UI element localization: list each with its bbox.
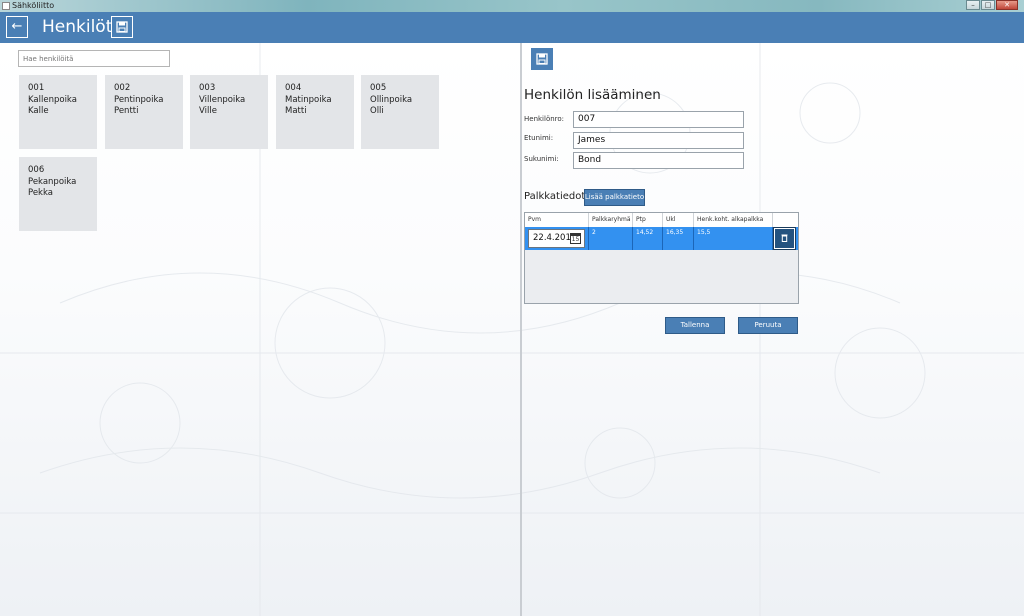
cell-henk[interactable]: 15,5 — [694, 227, 773, 250]
number-label: Henkilönro: — [524, 115, 565, 123]
column-header-henk[interactable]: Henk.koht. alkapalkka — [694, 213, 773, 227]
close-icon[interactable]: ✕ — [996, 0, 1018, 10]
floppy-disk-icon — [116, 21, 128, 33]
back-button[interactable]: ← — [6, 16, 28, 38]
form-save-button[interactable] — [531, 48, 553, 70]
person-last-name: Villenpoika — [199, 94, 246, 105]
person-number: 005 — [370, 83, 387, 93]
form-title: Henkilön lisääminen — [524, 87, 661, 103]
column-header-pvm[interactable]: Pvm — [525, 213, 589, 227]
add-salary-button[interactable]: Lisää palkkatieto — [584, 189, 645, 206]
salary-section-title: Palkkatiedot — [524, 191, 586, 202]
person-number: 003 — [199, 83, 216, 93]
person-card[interactable]: 003 Villenpoika Ville — [190, 75, 268, 149]
person-last-name: Ollinpoika — [370, 94, 413, 105]
page-title: Henkilöt — [42, 17, 113, 37]
header-save-button[interactable] — [111, 16, 133, 38]
person-number: 002 — [114, 83, 131, 93]
column-header-palkkaryhma[interactable]: Palkkaryhmä — [589, 213, 633, 227]
grid-header: Pvm Palkkaryhmä Ptp Ukl Henk.koht. alkap… — [525, 213, 798, 228]
column-header-ukl[interactable]: Ukl — [663, 213, 694, 227]
app-header: ← Henkilöt — [0, 12, 1024, 43]
person-last-name: Kallenpoika — [28, 94, 77, 105]
person-first-name: Olli — [370, 106, 384, 116]
window-title-bar: Sähköliitto – □ ✕ — [0, 0, 1024, 12]
last-name-label: Sukunimi: — [524, 155, 559, 163]
person-card[interactable]: 002 Pentinpoika Pentti — [105, 75, 183, 149]
column-header-ptp[interactable]: Ptp — [633, 213, 663, 227]
person-first-name: Kalle — [28, 106, 49, 116]
first-name-field[interactable]: James — [573, 132, 744, 149]
person-card[interactable]: 006 Pekanpoika Pekka — [19, 157, 97, 231]
cell-pvm: 22.4.2015 15 — [525, 227, 589, 250]
first-name-label: Etunimi: — [524, 134, 554, 142]
person-number: 006 — [28, 165, 45, 175]
calendar-day: 15 — [571, 236, 580, 243]
search-input[interactable] — [18, 50, 170, 67]
cell-ukl[interactable]: 16,35 — [663, 227, 694, 250]
person-first-name: Ville — [199, 106, 217, 116]
calendar-icon[interactable]: 15 — [570, 233, 581, 244]
person-last-name: Pentinpoika — [114, 94, 164, 105]
minimize-icon[interactable]: – — [966, 0, 980, 10]
person-card[interactable]: 005 Ollinpoika Olli — [361, 75, 439, 149]
cell-palkkaryhma[interactable]: 2 — [589, 227, 633, 250]
salary-grid: Pvm Palkkaryhmä Ptp Ukl Henk.koht. alkap… — [524, 212, 799, 304]
window-title: Sähköliitto — [12, 1, 55, 10]
delete-row-button[interactable] — [774, 228, 795, 249]
arrow-left-icon: ← — [11, 19, 23, 34]
maximize-icon[interactable]: □ — [981, 0, 995, 10]
app-icon — [2, 2, 10, 10]
person-number: 004 — [285, 83, 302, 93]
cell-ptp[interactable]: 14,52 — [633, 227, 663, 250]
person-last-name: Matinpoika — [285, 94, 332, 105]
person-number: 001 — [28, 83, 45, 93]
person-first-name: Pentti — [114, 106, 139, 116]
person-card[interactable]: 001 Kallenpoika Kalle — [19, 75, 97, 149]
number-field[interactable]: 007 — [573, 111, 744, 128]
date-input[interactable]: 22.4.2015 15 — [528, 229, 585, 248]
person-first-name: Pekka — [28, 188, 53, 198]
table-row[interactable]: 22.4.2015 15 2 14,52 16,35 15,5 — [525, 227, 798, 250]
cancel-button[interactable]: Peruuta — [738, 317, 798, 334]
panel-divider — [520, 43, 522, 616]
trash-icon — [781, 234, 788, 242]
save-button[interactable]: Tallenna — [665, 317, 725, 334]
floppy-disk-icon — [536, 53, 548, 65]
person-card[interactable]: 004 Matinpoika Matti — [276, 75, 354, 149]
person-first-name: Matti — [285, 106, 307, 116]
person-last-name: Pekanpoika — [28, 176, 77, 187]
last-name-field[interactable]: Bond — [573, 152, 744, 169]
window-controls: – □ ✕ — [966, 0, 1018, 11]
